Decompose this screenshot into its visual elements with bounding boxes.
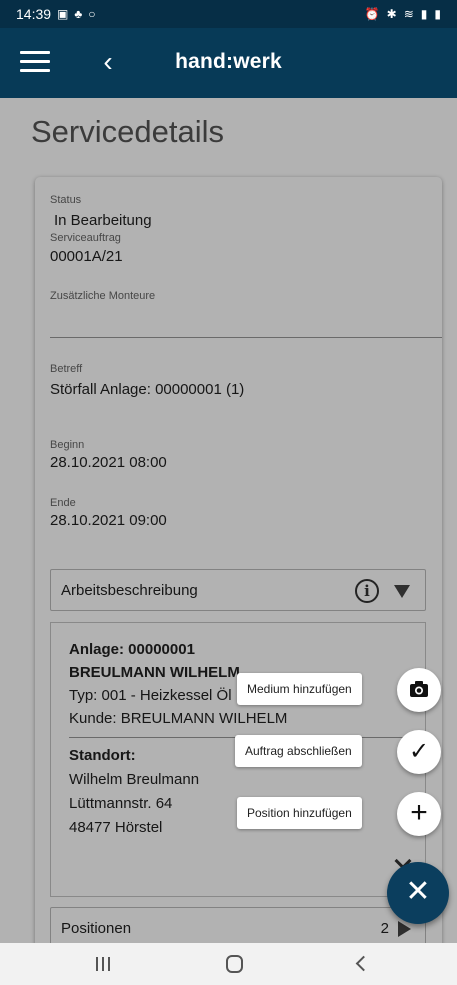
bluetooth-icon: ✱ [386, 7, 397, 21]
app-bar: ‹ hand:werk [0, 28, 457, 98]
close-icon: ✕ [405, 875, 431, 908]
status-bar: 14:39 ▣ ♣ ○ ⏰ ✱ ≋ ▮ ▮ [0, 0, 457, 28]
plus-icon[interactable]: + [397, 792, 441, 836]
position-hinzufuegen-label[interactable]: Position hinzufügen [237, 797, 362, 829]
check-icon[interactable]: ✓ [397, 730, 441, 774]
home-icon[interactable] [226, 955, 243, 973]
notification-icon: ♣ [74, 7, 83, 21]
app-title: hand:werk [175, 50, 282, 73]
overlay-scrim[interactable] [0, 98, 457, 943]
system-back-icon[interactable] [355, 955, 372, 972]
camera-icon [410, 681, 428, 697]
wifi-icon: ≋ [403, 7, 414, 21]
signal-icon: ▮ [420, 7, 428, 21]
gallery-icon: ▣ [57, 7, 69, 21]
circle-icon: ○ [88, 7, 96, 21]
close-fab-button[interactable]: ✕ [387, 862, 449, 924]
battery-icon: ▮ [434, 7, 441, 21]
recent-apps-icon[interactable] [96, 957, 116, 973]
system-nav-bar [0, 943, 457, 985]
alarm-icon: ⏰ [364, 7, 380, 21]
medium-hinzufuegen-label[interactable]: Medium hinzufügen [237, 673, 362, 705]
auftrag-abschliessen-label[interactable]: Auftrag abschließen [235, 735, 362, 767]
clock: 14:39 [16, 6, 52, 22]
medium-hinzufuegen-button[interactable] [397, 668, 441, 712]
